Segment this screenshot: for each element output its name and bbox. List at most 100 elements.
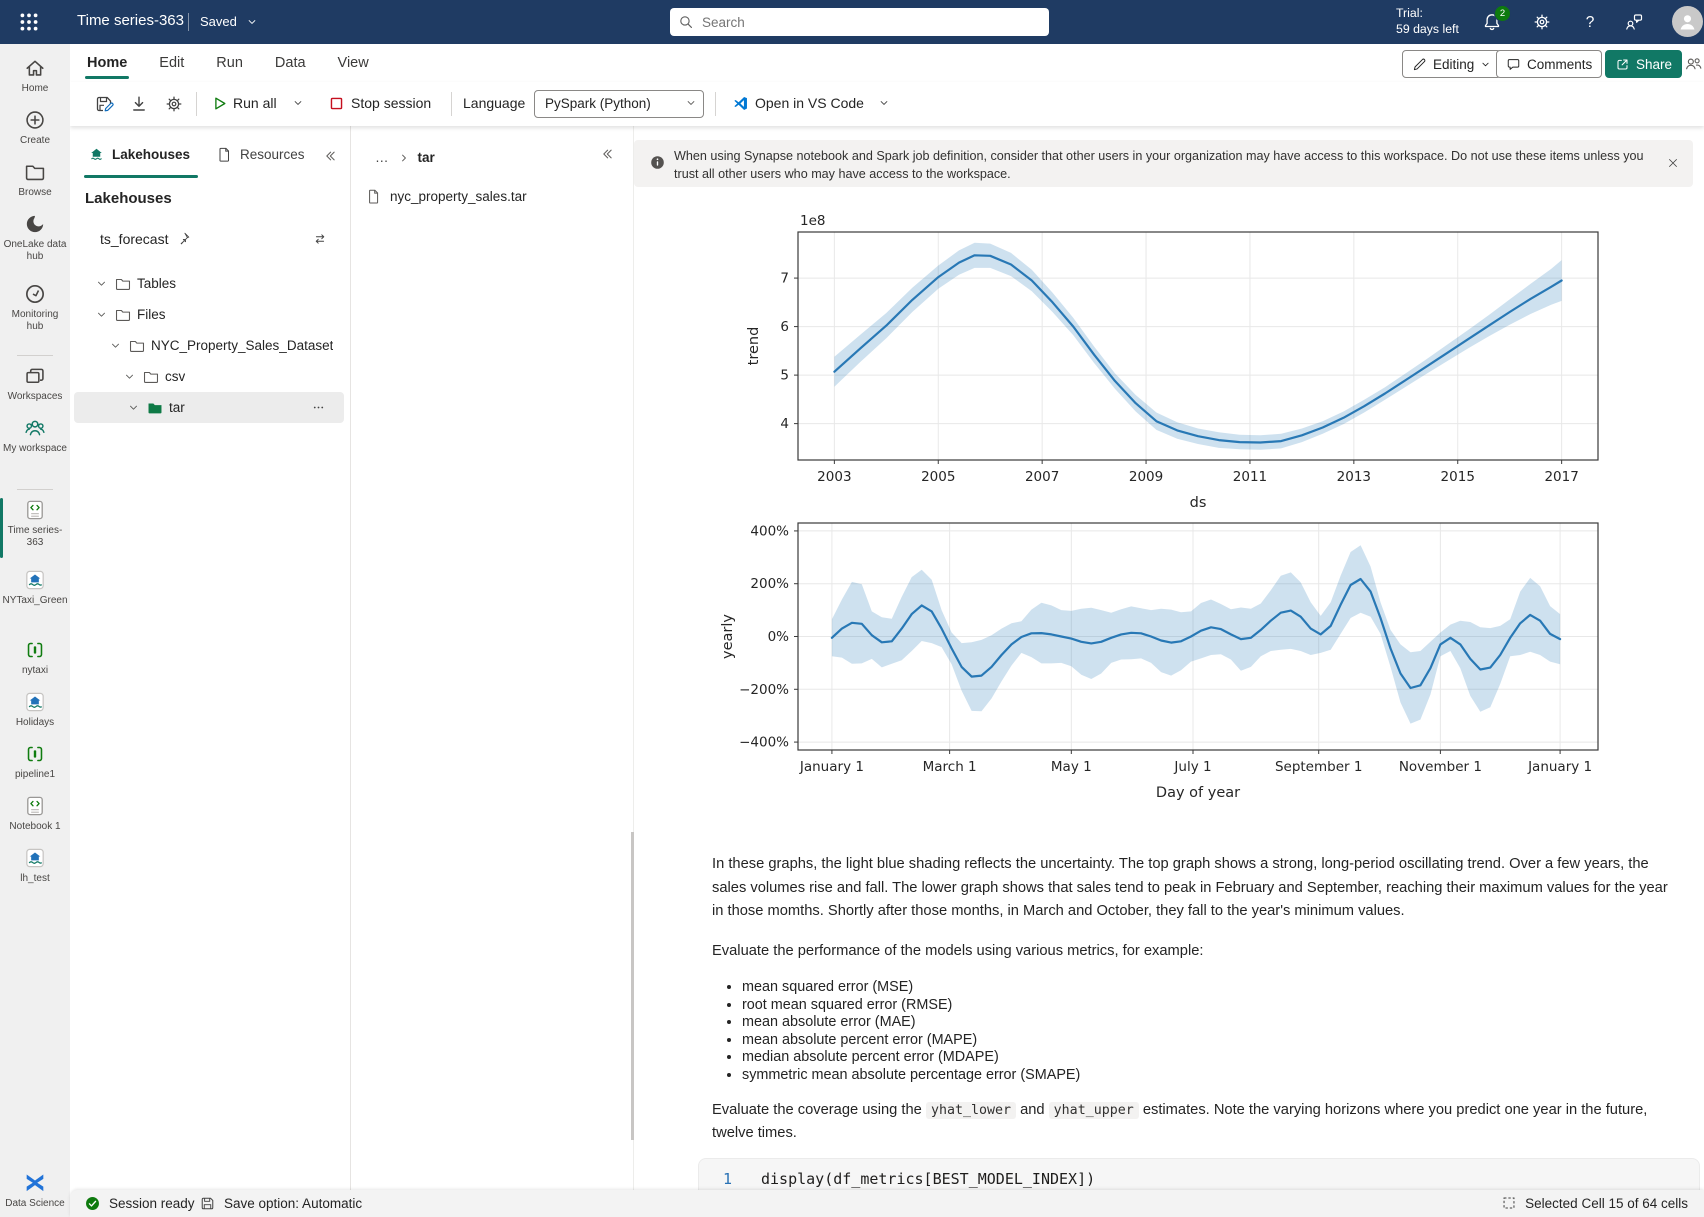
rail-item-browse[interactable]: Browse: [0, 158, 70, 210]
tab-view[interactable]: View: [336, 44, 371, 82]
svg-text:1e8: 1e8: [800, 213, 825, 229]
tree-item-tar[interactable]: tar: [74, 392, 344, 423]
rail-item-home[interactable]: Home: [0, 54, 70, 106]
code-line-number: 1: [723, 1170, 732, 1188]
metric-item: symmetric mean absolute percentage error…: [742, 1067, 1680, 1085]
banner-close-icon: [1666, 156, 1680, 170]
save-option-status[interactable]: Save option: Automatic: [199, 1195, 362, 1212]
vscode-chevron-icon[interactable]: [878, 97, 890, 109]
lakehouse-tab-icon: [88, 146, 105, 163]
stop-session-icon: [327, 94, 346, 113]
markdown-paragraph: Evaluate the performance of the models u…: [712, 940, 1680, 964]
tree-item-label: Tables: [137, 276, 176, 291]
open-in-vscode-button[interactable]: Open in VS Code: [755, 95, 864, 111]
collapse-files-icon[interactable]: [599, 146, 615, 162]
export-button-icon: [129, 94, 149, 114]
feedback-button[interactable]: [1624, 12, 1644, 32]
metric-item: median absolute percent error (MDAPE): [742, 1049, 1680, 1067]
save-button[interactable]: [94, 94, 114, 114]
collapse-files-icon: [599, 146, 615, 162]
banner-close-icon[interactable]: [1666, 156, 1680, 170]
rail-item-label: Holidays: [2, 717, 68, 729]
notebook-title[interactable]: Time series-363: [77, 12, 184, 29]
tab-data[interactable]: Data: [273, 44, 308, 82]
rail-item-create[interactable]: Create: [0, 106, 70, 158]
pin-icon[interactable]: [176, 231, 191, 246]
run-all-button[interactable]: Run all: [233, 95, 277, 111]
rail-item-nytaxi[interactable]: nytaxi: [0, 636, 70, 688]
workspaces-icon: [23, 364, 47, 388]
ribbon-tabs: Home Edit Run Data View: [85, 44, 371, 82]
app-launcher-icon[interactable]: [18, 11, 40, 33]
save-status[interactable]: Saved: [200, 14, 237, 29]
run-all-icon: [210, 94, 229, 113]
breadcrumb-current[interactable]: tar: [418, 150, 435, 165]
more-icon[interactable]: [311, 400, 326, 415]
notebook-icon: [23, 794, 47, 818]
comments-button[interactable]: Comments: [1496, 50, 1602, 78]
tree-item-nyc-property-sales-dataset[interactable]: NYC_Property_Sales_Dataset: [70, 330, 350, 361]
fabric-notebook-app: Time series-363 Saved Trial: 59 days lef…: [0, 0, 1704, 1217]
folder-icon: [114, 306, 132, 324]
svg-text:200%: 200%: [750, 576, 789, 592]
run-all-chevron-icon: [292, 97, 304, 109]
more-icon: [311, 400, 326, 415]
svg-text:November 1: November 1: [1399, 759, 1482, 775]
tree-item-files[interactable]: Files: [70, 299, 350, 330]
status-bar: Session ready Save option: Automatic Sel…: [70, 1190, 1704, 1217]
rail-item-nytaxi-green[interactable]: NYTaxi_Green: [0, 566, 70, 636]
run-all-icon[interactable]: [210, 94, 229, 113]
rail-item-onelake-data-hub[interactable]: OneLake data hub: [0, 210, 70, 280]
editing-mode-button[interactable]: Editing: [1402, 50, 1501, 78]
toolbar-divider: [451, 92, 452, 116]
rail-item-lh-test[interactable]: lh_test: [0, 844, 70, 896]
tree-item-tables[interactable]: Tables: [70, 268, 350, 299]
svg-text:trend: trend: [746, 327, 762, 366]
tab-run[interactable]: Run: [214, 44, 245, 82]
avatar[interactable]: [1672, 6, 1703, 37]
stop-session-icon[interactable]: [327, 94, 346, 113]
svg-text:2013: 2013: [1337, 469, 1371, 485]
selection-icon: [1501, 1195, 1517, 1211]
rail-item-my-workspace[interactable]: My workspace: [0, 414, 70, 484]
rail-item-holidays[interactable]: Holidays: [0, 688, 70, 740]
svg-text:−200%: −200%: [739, 682, 789, 698]
explorer-tab-resources[interactable]: Resources: [216, 146, 305, 163]
session-status: Session ready: [84, 1195, 195, 1212]
rail-item-data-science[interactable]: Data Science: [0, 1169, 70, 1210]
code-text[interactable]: display(df_metrics[BEST_MODEL_INDEX]): [761, 1170, 1095, 1188]
language-select[interactable]: PySpark (Python): [534, 90, 704, 118]
rail-item-notebook-1[interactable]: Notebook 1: [0, 792, 70, 844]
person-icon: [1677, 11, 1698, 32]
breadcrumb-ellipsis[interactable]: …: [375, 150, 390, 165]
collaborators-icon[interactable]: [1684, 54, 1703, 73]
code-cell[interactable]: 1 display(df_metrics[BEST_MODEL_INDEX]): [698, 1158, 1700, 1190]
lakehouse-explorer-panel: LakehousesResources Lakehouses ts_foreca…: [70, 126, 350, 1190]
tab-edit[interactable]: Edit: [157, 44, 186, 82]
switch-lakehouse-icon[interactable]: [312, 231, 328, 247]
tab-home[interactable]: Home: [85, 44, 129, 82]
settings-button[interactable]: [1532, 12, 1552, 32]
export-button[interactable]: [129, 94, 149, 114]
explorer-tab-lakehouses[interactable]: Lakehouses: [88, 146, 190, 163]
rail-item-monitoring-hub[interactable]: Monitoring hub: [0, 280, 70, 350]
help-button[interactable]: ?: [1580, 12, 1600, 32]
info-banner: When using Synapse notebook and Spark jo…: [634, 140, 1693, 187]
saved-chevron-icon[interactable]: [246, 16, 258, 28]
markdown-paragraph: Evaluate the coverage using the yhat_low…: [712, 1099, 1680, 1146]
file-item-nyc-property-sales-tar[interactable]: nyc_property_sales.tar: [365, 182, 527, 210]
run-all-chevron-icon[interactable]: [292, 97, 304, 109]
share-button[interactable]: Share: [1605, 50, 1682, 78]
stop-session-button[interactable]: Stop session: [351, 95, 431, 111]
lakehouse-source-row[interactable]: ts_forecast: [70, 228, 350, 254]
search-box[interactable]: [670, 8, 1049, 36]
rail-item-pipeline1[interactable]: pipeline1: [0, 740, 70, 792]
panel-resize-handle[interactable]: [631, 832, 634, 1140]
svg-text:2011: 2011: [1233, 469, 1267, 485]
rail-item-time-series-363[interactable]: Time series-363: [0, 496, 70, 566]
collapse-panel-icon[interactable]: [322, 148, 338, 164]
notebook-settings-button[interactable]: [164, 94, 184, 114]
tree-item-csv[interactable]: csv: [70, 361, 350, 392]
rail-item-workspaces[interactable]: Workspaces: [0, 362, 70, 414]
search-input[interactable]: [700, 9, 1044, 36]
